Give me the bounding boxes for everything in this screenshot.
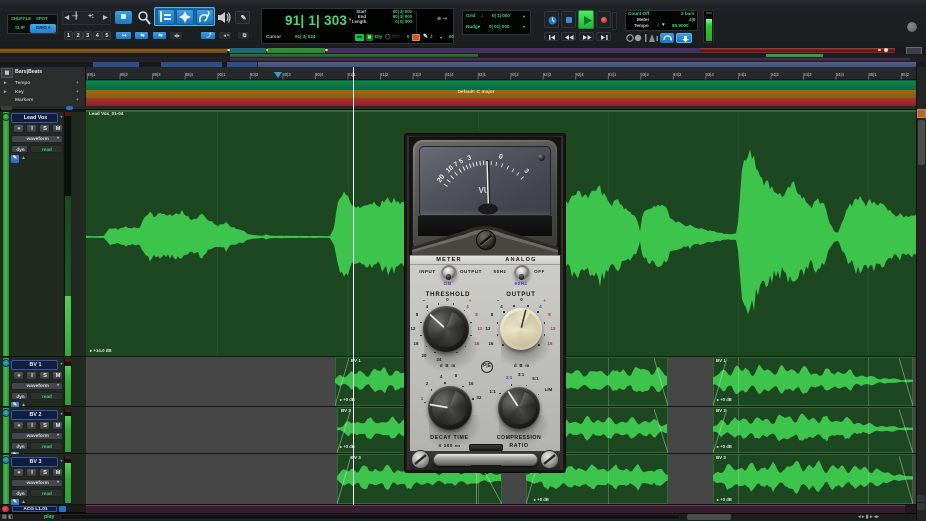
svg-text:3: 3: [523, 167, 531, 175]
svg-text:20: 20: [436, 173, 446, 184]
svg-text:0: 0: [498, 153, 504, 161]
svg-text:3: 3: [467, 154, 473, 162]
svg-text:5: 5: [458, 157, 465, 165]
